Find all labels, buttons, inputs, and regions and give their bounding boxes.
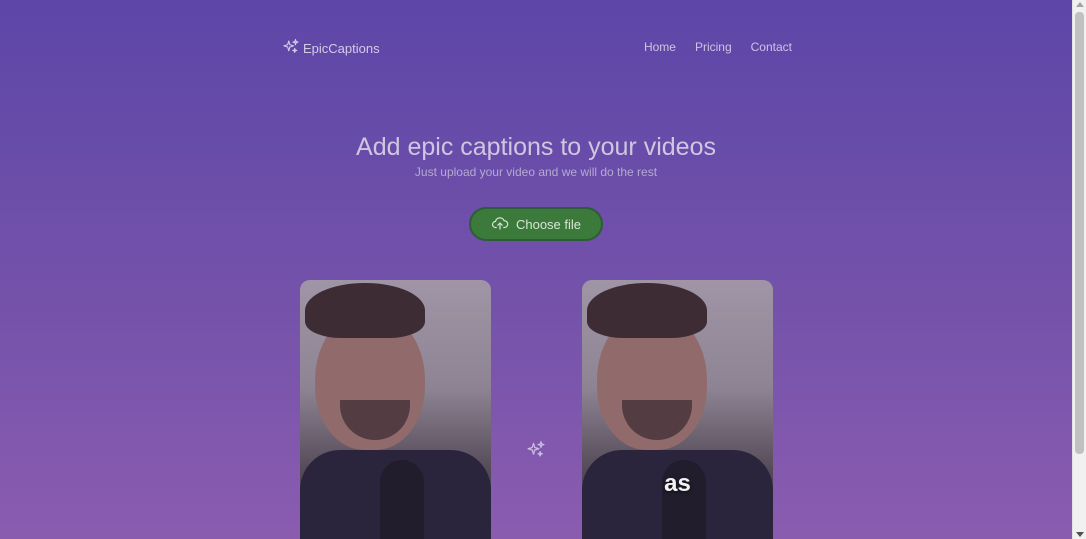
- sparkles-icon: [282, 38, 300, 59]
- scrollbar-thumb[interactable]: [1075, 12, 1084, 454]
- choose-file-button[interactable]: Choose file: [469, 207, 603, 241]
- video-preview-captioned: as: [582, 280, 773, 539]
- logo-text: EpicCaptions: [303, 41, 380, 56]
- choose-file-label: Choose file: [515, 216, 582, 232]
- scroll-up-arrow-icon[interactable]: [1076, 2, 1084, 7]
- nav-pricing[interactable]: Pricing: [695, 40, 732, 54]
- nav-home[interactable]: Home: [644, 40, 676, 54]
- cloud-upload-icon: [491, 214, 509, 235]
- sparkles-icon: [526, 440, 546, 460]
- hero-title: Add epic captions to your videos: [356, 133, 716, 161]
- header: EpicCaptions Home Pricing Contact: [282, 38, 792, 58]
- nav-contact[interactable]: Contact: [751, 40, 792, 54]
- logo[interactable]: EpicCaptions: [282, 38, 380, 59]
- caption-word: as: [664, 470, 691, 497]
- scrollbar[interactable]: [1072, 0, 1086, 539]
- hero-subtitle: Just upload your video and we will do th…: [414, 165, 658, 179]
- main-nav: Home Pricing Contact: [644, 40, 792, 54]
- video-preview-original: [300, 280, 491, 539]
- page: EpicCaptions Home Pricing Contact Add ep…: [0, 0, 1072, 539]
- scroll-down-arrow-icon[interactable]: [1076, 532, 1084, 537]
